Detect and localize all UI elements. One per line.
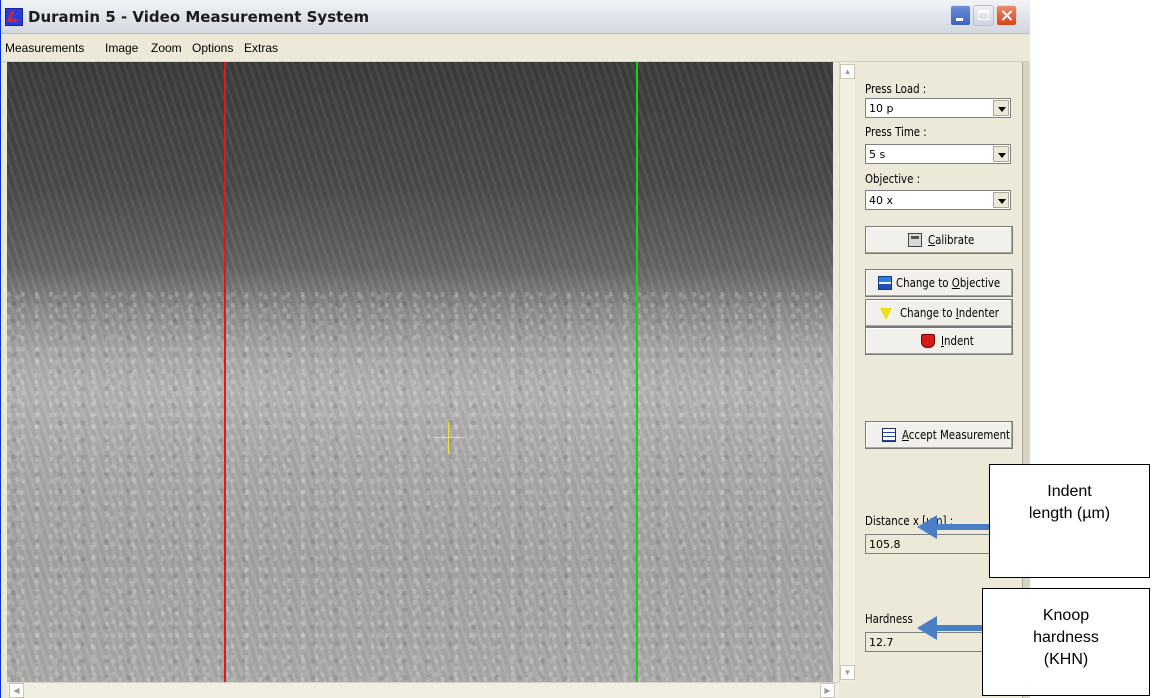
menu-bar: Measurements Image Zoom Options Extras [1,34,1030,62]
vertical-scrollbar[interactable]: ▲ ▼ [839,62,855,682]
press-time-label: Press Time : [865,125,927,139]
scroll-left-icon[interactable]: ◀ [9,683,24,698]
callout-line: length (µm) [1028,505,1111,522]
callout-line: hardness [1033,629,1099,646]
change-to-indenter-button[interactable]: Change to Indenter [865,299,1013,327]
press-load-select[interactable]: 10 p [865,98,1011,118]
press-time-value: 5 s [869,148,886,161]
right-measure-line[interactable] [636,62,638,682]
app-window: Duramin 5 - Video Measurement System Mea… [0,0,1030,698]
press-load-value: 10 p [869,102,894,115]
menu-extras[interactable]: Extras [244,41,278,55]
callout-line: Knoop [1042,607,1090,624]
arrow-head-icon [917,616,937,640]
menu-measurements[interactable]: Measurements [5,41,84,55]
scroll-down-icon[interactable]: ▼ [840,665,855,680]
change-to-indenter-label: Change to Indenter [900,306,999,320]
chevron-down-icon[interactable] [993,146,1009,162]
window-title: Duramin 5 - Video Measurement System [28,8,370,26]
callout-line: Indent [1047,483,1092,500]
app-logo-icon [5,8,23,26]
close-icon[interactable] [996,5,1017,26]
calculator-icon [908,233,922,247]
left-measure-line[interactable] [224,62,226,682]
accept-measurement-button[interactable]: Accept Measurement [865,421,1013,449]
maximize-icon[interactable] [973,5,994,26]
table-icon [882,428,896,442]
calibrate-label: Calibrate [928,233,975,247]
minimize-icon[interactable] [950,5,971,26]
objective-value: 40 x [869,194,894,207]
press-load-label: Press Load : [865,82,927,96]
crosshair-icon [433,422,465,454]
hardness-label: Hardness [865,612,913,626]
callout-line: (KHN) [1043,651,1089,668]
objective-icon [878,276,892,290]
scroll-right-icon[interactable]: ▶ [820,683,835,698]
calibrate-button[interactable]: Calibrate [865,226,1013,254]
change-to-objective-label: Change to Objective [896,276,1001,290]
arrow-head-icon [917,515,937,539]
microscope-image-view[interactable] [7,62,833,682]
chevron-down-icon[interactable] [993,100,1009,116]
title-bar[interactable]: Duramin 5 - Video Measurement System [1,0,1030,34]
menu-zoom[interactable]: Zoom [151,41,182,55]
menu-image[interactable]: Image [105,41,138,55]
change-to-objective-button[interactable]: Change to Objective [865,269,1013,297]
indenter-icon [880,308,892,320]
indent-length-arrow [935,524,995,530]
indent-icon [921,334,935,348]
objective-select[interactable]: 40 x [865,190,1011,210]
distance-value: 105.8 [869,538,901,551]
accept-measurement-label: Accept Measurement [902,428,1011,442]
objective-label: Objective : [865,172,921,186]
press-time-select[interactable]: 5 s [865,144,1011,164]
knoop-hardness-callout: Knoop hardness (KHN) [982,588,1150,696]
indent-label: Indent [941,334,974,348]
chevron-down-icon[interactable] [993,192,1009,208]
horizontal-scrollbar[interactable]: ◀ ▶ [7,682,839,698]
indent-button[interactable]: Indent [865,327,1013,355]
indent-length-callout: Indent length (µm) [989,464,1150,578]
sample-surface-texture [7,292,833,682]
hardness-value: 12.7 [869,636,894,649]
menu-options[interactable]: Options [192,41,233,55]
scroll-up-icon[interactable]: ▲ [840,64,855,79]
